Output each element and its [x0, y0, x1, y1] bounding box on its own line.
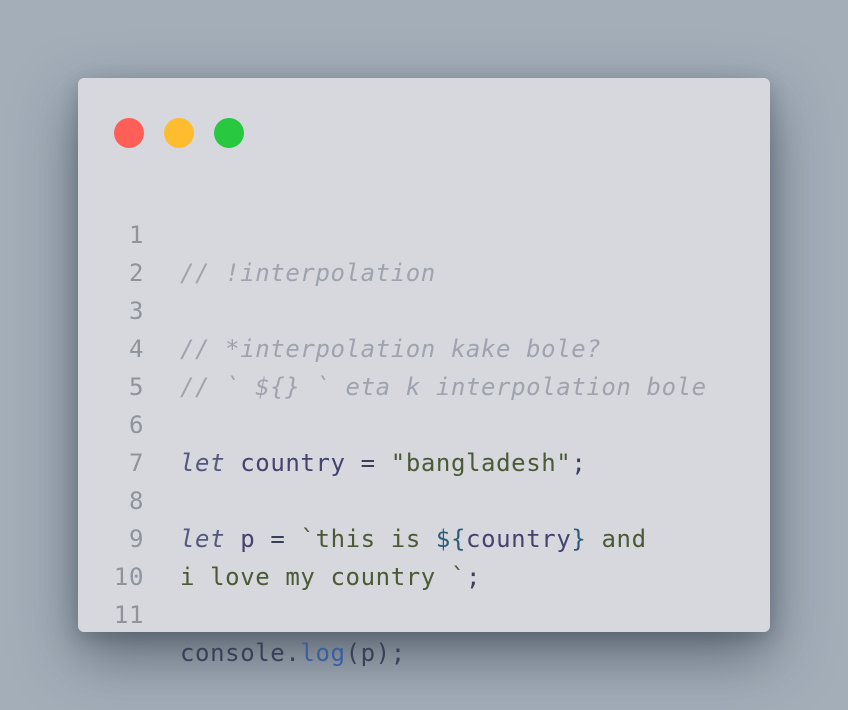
maximize-dot-icon[interactable]	[214, 118, 244, 148]
code-method: log	[300, 639, 346, 667]
code-line: 10	[78, 520, 770, 591]
code-line: 5	[78, 330, 770, 401]
close-dot-icon[interactable]	[114, 118, 144, 148]
code-object: console	[180, 639, 286, 667]
code-line: 2	[78, 216, 770, 287]
code-arguments: (p);	[345, 639, 406, 667]
code-line: 7	[78, 406, 770, 477]
code-punctuation: .	[285, 639, 301, 667]
code-line: 4 // ` ${} ` eta k interpolation bole	[78, 292, 770, 401]
minimize-dot-icon[interactable]	[164, 118, 194, 148]
code-line: 9 i love my country `;	[78, 482, 770, 591]
code-window: 1 // !interpolation 2 3 // *interpolatio…	[78, 78, 770, 667]
code-line: 8 let p = `this is ${country} and	[78, 444, 770, 553]
code-line: 1 // !interpolation	[78, 178, 770, 287]
line-number: 11	[113, 601, 144, 629]
code-block: 1 // !interpolation 2 3 // *interpolatio…	[78, 178, 770, 667]
code-line: 6 let country = "bangladesh";	[78, 368, 770, 477]
code-line: 3 // *interpolation kake bole?	[78, 254, 770, 363]
code-line: 11 console.log(p);	[78, 558, 770, 667]
